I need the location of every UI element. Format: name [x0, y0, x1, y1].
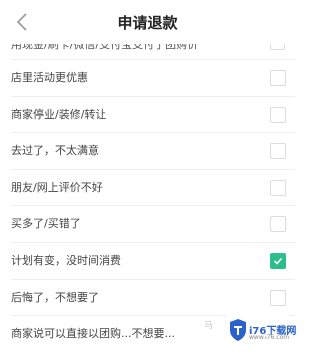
list-item-label: 计划有变，没时间消费: [11, 254, 121, 267]
list-item-label: 去过了，不太满意: [11, 144, 99, 157]
list-item[interactable]: 去过了，不太满意: [0, 133, 295, 169]
shield-icon: [230, 319, 246, 341]
top-bar: 申请退款: [0, 0, 295, 44]
list-item[interactable]: 买多了/买错了: [0, 206, 295, 242]
watermark-logo: i76下载网 www.i76.com: [226, 314, 296, 348]
list-item[interactable]: 计划有变，没时间消费: [0, 243, 295, 279]
list-item-label: 商家说可以直接以团购...不想要...: [11, 327, 175, 340]
list-item-label: 后悔了，不想要了: [11, 291, 99, 304]
checkbox-checked[interactable]: [270, 253, 286, 269]
checkbox[interactable]: [270, 290, 286, 306]
list-item[interactable]: 店里活动更优惠: [0, 60, 295, 96]
list-item[interactable]: 商家停业/装修/转让: [0, 97, 295, 133]
page-title: 申请退款: [117, 14, 178, 32]
checkbox[interactable]: [270, 107, 286, 123]
watermark-site: www.i76.com: [249, 334, 290, 341]
checkbox[interactable]: [270, 216, 286, 232]
list-item[interactable]: 后悔了，不想要了: [0, 280, 295, 316]
list-item-label: 商家停业/装修/转让: [11, 108, 107, 121]
list-item[interactable]: 朋友/网上评价不好: [0, 170, 295, 206]
list-item-label: 店里活动更优惠: [11, 71, 88, 84]
checkmark-icon: [273, 257, 283, 265]
watermark-text: 马: [204, 321, 214, 331]
list-item-label: 朋友/网上评价不好: [11, 181, 103, 194]
reason-list: 店里活动更优惠商家停业/装修/转让 去过了，不太满意 朋友/网上评价不好 买多了/买错…: [0, 0, 295, 352]
checkbox[interactable]: [270, 143, 286, 159]
list-item-label: 买多了/买错了: [11, 217, 81, 230]
checkbox[interactable]: [270, 180, 286, 196]
checkbox[interactable]: [270, 70, 286, 86]
